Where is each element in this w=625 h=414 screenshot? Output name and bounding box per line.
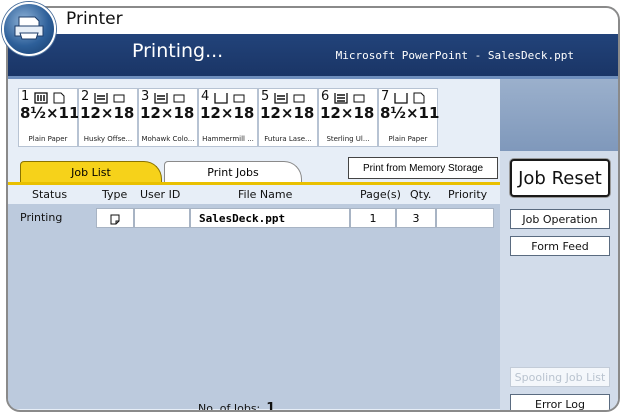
tray-paper-type: Mohawk Colo... bbox=[141, 135, 195, 143]
tray-number: 3 bbox=[141, 89, 150, 104]
tray-4: 4 12×18 Hammermill ... bbox=[198, 88, 258, 147]
error-log-button[interactable]: Error Log bbox=[510, 394, 610, 410]
job-table-header: Status Type User ID File Name Page(s) Qt… bbox=[8, 185, 500, 204]
job-operation-button[interactable]: Job Operation bbox=[510, 209, 610, 229]
jobs-count-value: 1 bbox=[266, 401, 276, 412]
tray-size: 8½×11 bbox=[380, 104, 440, 122]
status-file-name: Microsoft PowerPoint - SalesDeck.ppt bbox=[335, 49, 574, 62]
job-reset-button[interactable]: Job Reset bbox=[510, 159, 610, 197]
tray-6: 6 12×18 Sterling Ul... bbox=[318, 88, 378, 147]
tray-number: 4 bbox=[201, 89, 210, 104]
right-panel-header bbox=[500, 79, 618, 151]
jobs-count-label: No. of Jobs: bbox=[198, 402, 261, 412]
tray-5: 5 12×18 Futura Lase... bbox=[258, 88, 318, 147]
tray-status-icon bbox=[34, 92, 65, 104]
status-bar: Printing... Microsoft PowerPoint - Sales… bbox=[8, 34, 618, 79]
printer-app-icon bbox=[2, 2, 56, 56]
column-priority: Priority bbox=[448, 188, 488, 201]
spooling-job-list-button[interactable]: Spooling Job List bbox=[510, 367, 610, 387]
print-from-memory-button[interactable]: Print from Memory Storage Device bbox=[348, 157, 498, 194]
app-title: Printer bbox=[66, 9, 123, 29]
tray-number: 2 bbox=[81, 89, 90, 104]
tray-1: 1 8½×11 Plain Paper bbox=[18, 88, 80, 147]
tab-print-jobs[interactable]: Print Jobs bbox=[164, 161, 302, 184]
tray-paper-type: Futura Lase... bbox=[264, 135, 312, 143]
tray-size: 12×18 bbox=[140, 104, 195, 122]
column-pages: Page(s) bbox=[360, 188, 401, 201]
column-type: Type bbox=[102, 188, 128, 201]
job-type-cell bbox=[96, 208, 134, 228]
job-qty: 3 bbox=[396, 208, 436, 228]
tab-label: Job List bbox=[71, 166, 111, 179]
column-status: Status bbox=[32, 188, 68, 201]
title-bar: Printer bbox=[8, 8, 618, 34]
tray-size: 12×18 bbox=[320, 104, 375, 122]
tray-paper-type: Sterling Ul... bbox=[326, 135, 370, 143]
job-pages: 1 bbox=[350, 208, 396, 228]
tray-paper-type: Hammermill ... bbox=[202, 135, 254, 143]
tray-size: 8½×11 bbox=[20, 104, 80, 122]
tray-status-icon bbox=[94, 93, 125, 104]
job-list: Printing SalesDeck.ppt 1 3 bbox=[8, 204, 500, 409]
tab-label: Print Jobs bbox=[207, 166, 259, 179]
right-panel: Job Reset Job Operation Form Feed Spooli… bbox=[500, 79, 618, 410]
form-feed-button[interactable]: Form Feed bbox=[510, 236, 610, 256]
job-priority bbox=[436, 208, 494, 228]
tray-size: 12×18 bbox=[80, 104, 135, 122]
tray-status-icon bbox=[334, 93, 365, 104]
job-file-name: SalesDeck.ppt bbox=[190, 208, 350, 228]
tray-number: 5 bbox=[261, 89, 270, 104]
tab-job-list[interactable]: Job List bbox=[20, 161, 162, 184]
tray-status-icon bbox=[214, 93, 245, 104]
tray-status-icon bbox=[394, 92, 425, 104]
printer-window: Printer Printing... Microsoft PowerPoint… bbox=[6, 6, 620, 412]
tray-number: 1 bbox=[21, 89, 30, 104]
tray-7: 7 8½×11 Plain Paper bbox=[378, 88, 440, 147]
jobs-count: No. of Jobs: 1 bbox=[198, 401, 276, 412]
tray-3: 3 12×18 Mohawk Colo... bbox=[138, 88, 198, 147]
column-user-id: User ID bbox=[140, 188, 181, 201]
table-row[interactable]: Printing SalesDeck.ppt 1 3 bbox=[8, 208, 500, 230]
status-message: Printing... bbox=[132, 40, 224, 62]
column-file-name: File Name bbox=[238, 188, 293, 201]
job-status: Printing bbox=[20, 211, 63, 224]
tab-bar: Job List Print Jobs Print from Memory St… bbox=[8, 157, 500, 194]
column-qty: Qty. bbox=[410, 188, 432, 201]
job-user-id bbox=[134, 208, 190, 228]
tray-number: 6 bbox=[321, 89, 330, 104]
paper-trays: 1 8½×11 Plain Paper 2 12×18 Husky Offse.… bbox=[8, 79, 500, 157]
tray-paper-type: Husky Offse... bbox=[83, 135, 133, 143]
tray-paper-type: Plain Paper bbox=[388, 135, 428, 143]
tray-number: 7 bbox=[381, 89, 390, 104]
page-icon bbox=[110, 214, 120, 224]
tray-size: 12×18 bbox=[260, 104, 315, 122]
tray-status-icon bbox=[154, 93, 185, 104]
tray-paper-type: Plain Paper bbox=[28, 135, 68, 143]
tray-status-icon bbox=[274, 93, 305, 104]
tray-2: 2 12×18 Husky Offse... bbox=[78, 88, 138, 147]
tray-size: 12×18 bbox=[200, 104, 255, 122]
